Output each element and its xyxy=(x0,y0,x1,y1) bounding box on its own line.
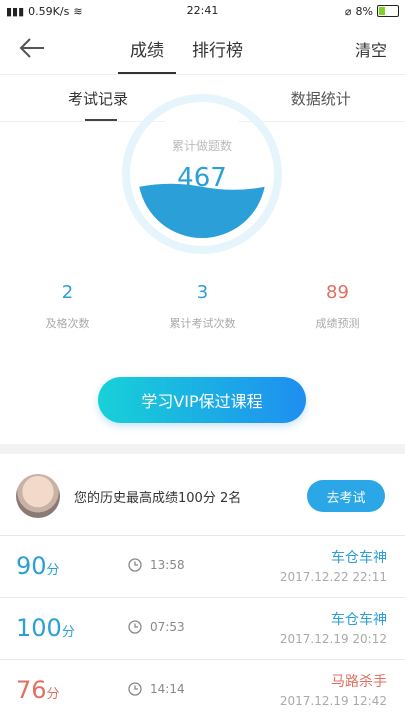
record-score: 90分 xyxy=(16,552,60,580)
score-unit: 分 xyxy=(47,563,60,578)
profile-row: 您的历史最高成绩100分 2名 去考试 xyxy=(0,465,405,527)
go-exam-button[interactable]: 去考试 xyxy=(307,480,385,512)
status-time: 22:41 xyxy=(0,4,405,17)
stat-label: 累计考试次数 xyxy=(135,315,270,331)
record-title: 车仓车神 xyxy=(331,547,387,567)
back-arrow-icon[interactable] xyxy=(18,36,46,60)
record-title: 车仓车神 xyxy=(331,609,387,629)
record-date: 2017.12.19 12:42 xyxy=(280,694,387,708)
stat-score-prediction: 89 成绩预测 xyxy=(270,282,405,331)
record-row[interactable]: 100分 07:53 车仓车神 2017.12.19 20:12 xyxy=(0,597,405,659)
tab-scores[interactable]: 成绩 xyxy=(130,22,164,74)
record-score: 76分 xyxy=(16,676,60,704)
record-duration: 13:58 xyxy=(150,558,185,572)
gauge-label: 累计做题数 xyxy=(121,137,283,154)
stat-label: 及格次数 xyxy=(0,315,135,331)
exam-records-list: 90分 13:58 车仓车神 2017.12.22 22:11 100分 07:… xyxy=(0,535,405,721)
stat-exam-count: 3 累计考试次数 xyxy=(135,282,270,331)
record-duration: 14:14 xyxy=(150,682,185,696)
score-unit: 分 xyxy=(62,625,75,640)
clock-icon xyxy=(128,620,142,634)
score-value: 76 xyxy=(16,676,47,704)
score-unit: 分 xyxy=(47,687,60,702)
record-row[interactable]: 76分 14:14 马路杀手 2017.12.19 12:42 xyxy=(0,659,405,721)
record-row[interactable]: 90分 13:58 车仓车神 2017.12.22 22:11 xyxy=(0,535,405,597)
section-divider xyxy=(0,444,405,454)
record-duration: 07:53 xyxy=(150,620,185,634)
top-nav: 成绩 排行榜 清空 xyxy=(0,22,405,75)
stat-value: 89 xyxy=(270,282,405,303)
score-value: 100 xyxy=(16,614,62,642)
record-date: 2017.12.19 20:12 xyxy=(280,632,387,646)
record-title: 马路杀手 xyxy=(331,671,387,691)
vip-course-button[interactable]: 学习VIP保过课程 xyxy=(98,377,306,423)
clear-button[interactable]: 清空 xyxy=(355,37,387,61)
stat-pass-count: 2 及格次数 xyxy=(0,282,135,331)
score-value: 90 xyxy=(16,552,47,580)
record-score: 100分 xyxy=(16,614,75,642)
stat-value: 3 xyxy=(135,282,270,303)
nav-tabs: 成绩 排行榜 xyxy=(130,22,243,74)
stats-row: 2 及格次数 3 累计考试次数 89 成绩预测 xyxy=(0,282,405,331)
clock-icon xyxy=(128,558,142,572)
best-score-text: 您的历史最高成绩100分 2名 xyxy=(74,487,307,506)
avatar[interactable] xyxy=(16,474,60,518)
stat-value: 2 xyxy=(0,282,135,303)
progress-gauge: 累计做题数 467 xyxy=(121,93,283,263)
status-bar: ▮▮▮ 0.59K/s ≋ 22:41 ⌀ 8% xyxy=(0,0,405,22)
tab-ranking[interactable]: 排行榜 xyxy=(192,22,243,74)
stat-label: 成绩预测 xyxy=(270,315,405,331)
clock-icon xyxy=(128,682,142,696)
battery-icon xyxy=(377,5,399,17)
gauge-value: 467 xyxy=(121,163,283,193)
record-date: 2017.12.22 22:11 xyxy=(280,570,387,584)
